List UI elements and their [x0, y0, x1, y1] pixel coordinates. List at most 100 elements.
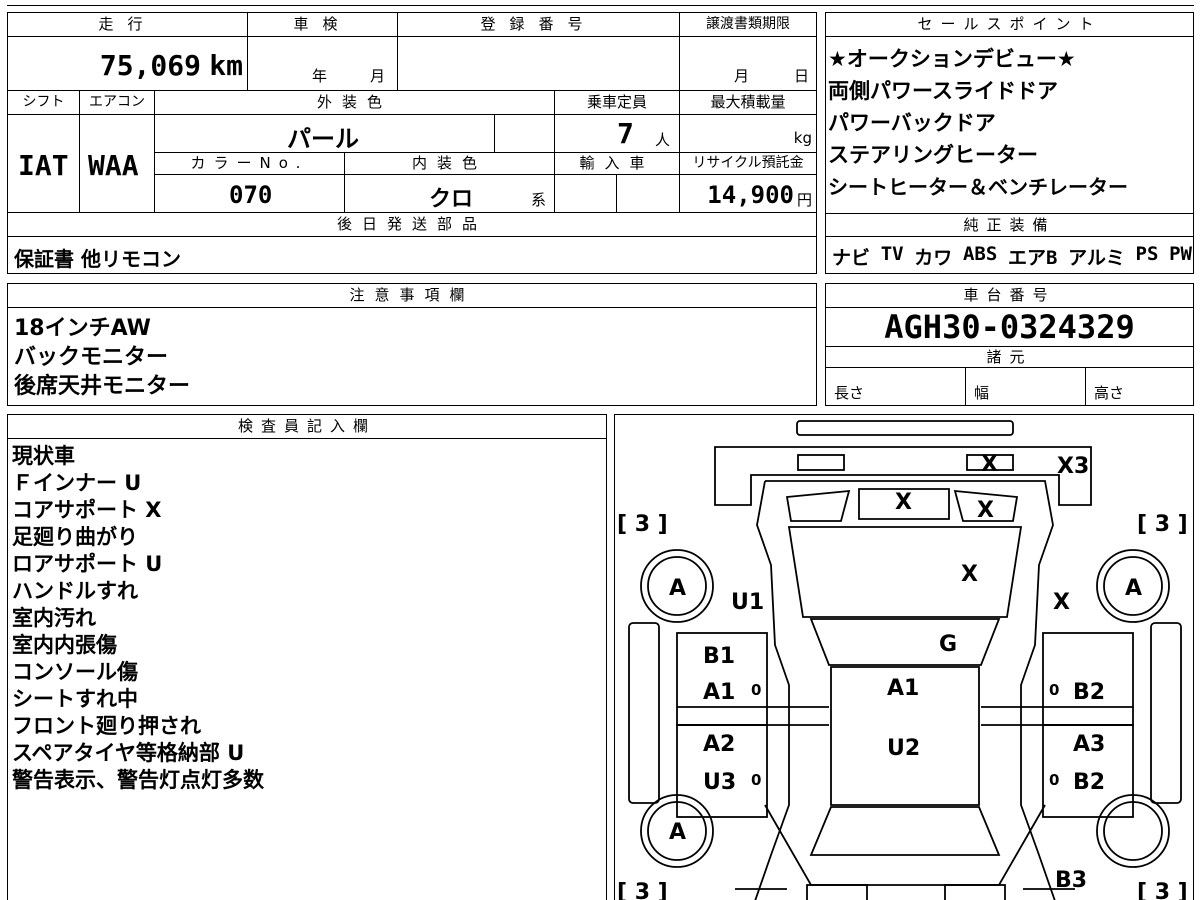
inspector-list: 現状車 Ｆインナー U コアサポート X 足廻り曲がり ロアサポート U ハンド… — [12, 443, 264, 794]
import-header: 輸入車 — [555, 153, 680, 175]
registration-header: 登録番号 — [398, 13, 680, 37]
car-diagram-panel: [ 3 ] [ 3 ] [ 3 ] [ 3 ] A A A X X3 X X X… — [614, 414, 1194, 900]
inspector-item: 足廻り曲がり — [12, 525, 138, 549]
rocker-left-part — [628, 622, 660, 804]
spec-length-label: 長さ — [834, 384, 865, 402]
spec-height-label: 高さ — [1094, 384, 1125, 402]
later-parts-value: 保証書 他リモコン — [14, 247, 181, 271]
tire-front-right-grade: A — [1125, 576, 1142, 601]
chassis-header: 車台番号 — [826, 284, 1193, 308]
exterior-header: 外装色 — [155, 91, 555, 115]
notes-panel: 注意事項欄 18インチAW バックモニター 後席天井モニター — [7, 283, 817, 406]
inspector-item: スペアタイヤ等格納部 U — [12, 741, 245, 765]
tread-front-right: [ 3 ] — [1137, 512, 1188, 537]
mileage-unit: km — [209, 49, 243, 82]
inspector-item: 室内汚れ — [12, 606, 96, 630]
transfer-header: 譲渡書類期限 — [680, 13, 816, 37]
mark-door-rear-right-1: A3 — [1073, 732, 1105, 757]
import-cell-a — [555, 175, 617, 213]
spec-height-cell: 高さ — [1086, 368, 1193, 405]
front-left-slot — [797, 454, 845, 471]
mark-door-front-right: B2 — [1073, 680, 1105, 705]
shaken-month-unit: 月 — [370, 67, 386, 85]
recycle-value: 14,900 — [707, 181, 794, 209]
rear-panel-part — [764, 804, 1046, 886]
rear-glass-part — [809, 806, 1001, 856]
mileage-value: 75,069 — [99, 49, 201, 82]
mark-windshield: G — [939, 632, 957, 657]
note-item: 18インチAW — [14, 316, 151, 341]
sales-point-item: パワーバックドア — [828, 111, 996, 135]
import-cell-b — [617, 175, 680, 213]
front-bumper-part — [796, 420, 1014, 436]
sales-point-item: シートヒーター＆ベンチレーター — [828, 175, 1128, 199]
mark-door-rear-left-2: U3 — [703, 770, 736, 795]
chassis-number: AGH30-0324329 — [884, 308, 1135, 346]
headlight-left-part — [785, 489, 851, 522]
sales-point-item: 両側パワースライドドア — [828, 79, 1058, 103]
notes-list: 18インチAW バックモニター 後席天井モニター — [14, 314, 190, 401]
color-no-cell: 070 — [155, 175, 345, 213]
inspector-item: シートすれ中 — [12, 687, 138, 711]
pillar-mark-rear-right: 0 — [1049, 771, 1059, 789]
capacity-value: 7 — [617, 117, 634, 150]
rear-bumper-right-part — [944, 884, 1006, 900]
transfer-day-unit: 日 — [794, 67, 810, 85]
equipment-item: PS — [1135, 243, 1159, 265]
mark-headlight: X — [977, 498, 994, 523]
equipment-item: TV — [880, 243, 904, 265]
mark-door-rear-right-2: B2 — [1073, 770, 1105, 795]
tread-rear-left: [ 3 ] — [617, 880, 668, 900]
interior-unit: 系 — [531, 191, 547, 209]
sales-points-list: ★オークションデビュー★ 両側パワースライドドア パワーバックドア ステアリング… — [828, 43, 1128, 203]
spec-width-cell: 幅 — [966, 368, 1086, 405]
recycle-unit: 円 — [796, 191, 812, 209]
spec-width-label: 幅 — [974, 384, 990, 402]
inspector-panel: 検査員記入欄 現状車 Ｆインナー U コアサポート X 足廻り曲がり ロアサポー… — [7, 414, 607, 900]
color-no-value: 070 — [229, 181, 273, 209]
shaken-year-unit: 年 — [312, 67, 328, 85]
tread-front-left: [ 3 ] — [617, 512, 668, 537]
capacity-unit: 人 — [655, 131, 671, 149]
tread-rear-right: [ 3 ] — [1137, 880, 1188, 900]
equipment-item: ABS — [962, 243, 998, 265]
shift-cell: IAT — [8, 115, 80, 213]
windshield-part — [809, 618, 1001, 666]
mark-grille: X — [895, 490, 912, 515]
exterior-cell: パール — [155, 115, 495, 153]
maxload-unit: kg — [793, 129, 812, 147]
pillar-mark-rear-left: 0 — [751, 771, 761, 789]
interior-cell: クロ 系 — [345, 175, 555, 213]
ac-value: WAA — [88, 149, 139, 182]
mileage-cell: 75,069 km — [8, 37, 248, 91]
sales-points-header: セールスポイント — [826, 13, 1193, 37]
registration-cell — [398, 37, 680, 91]
recycle-header: リサイクル預託金 — [680, 153, 816, 175]
mark-fender-right: X — [1053, 590, 1070, 615]
inspector-header: 検査員記入欄 — [8, 415, 606, 439]
mark-door-front-left-1: B1 — [703, 644, 735, 669]
note-item: 後席天井モニター — [14, 374, 191, 399]
equipment-list: ナビ TV カワ ABS エアB アルミ PS PW — [832, 243, 1192, 270]
shift-value: IAT — [18, 149, 69, 182]
door-front-right-part — [1042, 632, 1134, 726]
hood-part — [787, 526, 1023, 618]
interior-value: クロ — [429, 187, 474, 212]
ac-cell: WAA — [80, 115, 155, 213]
later-parts-header: 後日発送部品 — [8, 213, 816, 237]
equipment-item: ナビ — [832, 247, 871, 269]
note-item: バックモニター — [14, 345, 169, 370]
transfer-cell: 月 日 — [680, 37, 816, 91]
mark-roof-front: A1 — [887, 676, 919, 701]
sales-point-item: ステアリングヒーター — [828, 143, 1038, 167]
mark-roof-rear: U2 — [887, 736, 920, 761]
spec-length-cell: 長さ — [826, 368, 966, 405]
mark-door-rear-left-1: A2 — [703, 732, 735, 757]
chassis-panel: 車台番号 AGH30-0324329 諸元 長さ 幅 高さ — [825, 283, 1194, 406]
car-diagram: [ 3 ] [ 3 ] [ 3 ] [ 3 ] A A A X X3 X X X… — [617, 420, 1188, 900]
inspector-item: コアサポート X — [12, 498, 162, 522]
sales-point-item: ★オークションデビュー★ — [828, 47, 1076, 71]
spec-header: 諸元 — [826, 346, 1193, 368]
mark-hood: X — [961, 562, 978, 587]
tire-rear-left-grade: A — [669, 820, 686, 845]
